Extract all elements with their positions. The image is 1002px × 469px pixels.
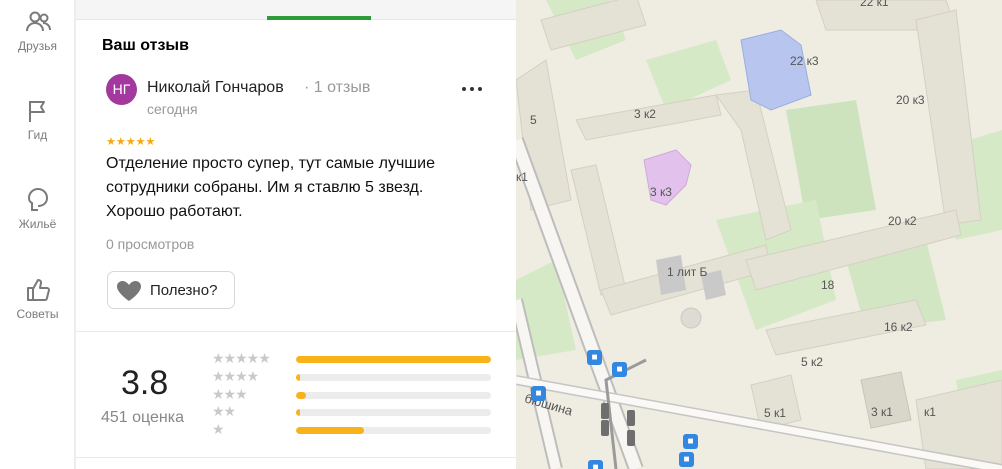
rating-value: 3.8: [121, 364, 169, 402]
useful-label: Полезно?: [150, 282, 218, 299]
map-label: 1 лит Б: [667, 265, 708, 279]
bus-stop-icon[interactable]: ■: [531, 386, 546, 401]
map-label: 3 к2: [634, 107, 656, 121]
rating-row-1: ★: [212, 421, 492, 437]
friends-icon: [25, 11, 51, 32]
sidebar-item-tips[interactable]: Советы: [0, 276, 75, 321]
rating-row-3: ★★★: [212, 386, 492, 402]
map-label: 16 к2: [884, 320, 913, 334]
rating-bar-track: [296, 427, 491, 434]
map-label: к1: [516, 170, 528, 184]
bus-stop-icon[interactable]: ■: [588, 460, 603, 469]
rating-bar-fill: [296, 409, 300, 416]
useful-button[interactable]: Полезно?: [107, 271, 235, 309]
sidebar-item-label: Гид: [27, 128, 48, 142]
map-label: 22 к1: [860, 0, 889, 9]
house-icon: [27, 188, 48, 211]
row-stars: ★★★★: [212, 368, 259, 384]
sidebar-item-friends[interactable]: Друзья: [0, 8, 75, 53]
views-count: 0 просмотров: [106, 236, 195, 252]
traffic-light-icon: [601, 403, 609, 419]
review-date: сегодня: [147, 101, 198, 117]
avatar[interactable]: НГ: [106, 74, 137, 105]
sidebar-item-guide[interactable]: Гид: [0, 97, 75, 142]
thumbs-up-icon: [26, 279, 50, 301]
more-options-button[interactable]: [462, 84, 486, 94]
divider: [76, 457, 516, 458]
map-label: 20 к3: [896, 93, 925, 107]
flag-icon: [28, 101, 45, 122]
rating-bar-fill: [296, 392, 306, 399]
rating-bar-track: [296, 356, 491, 363]
row-stars: ★★★★★: [212, 350, 271, 366]
rating-bar-track: [296, 374, 491, 381]
traffic-light-icon: [627, 430, 635, 446]
row-stars: ★★★: [212, 386, 248, 402]
section-title: Ваш отзыв: [102, 37, 189, 54]
rating-count: 451 оценка: [101, 409, 185, 426]
sidebar-item-label: Советы: [16, 307, 59, 321]
traffic-light-icon: [627, 410, 635, 426]
divider: [76, 331, 516, 332]
review-panel: Ваш отзыв НГ Николай Гончаров · 1 отзыв …: [76, 0, 516, 469]
dot-icon: [470, 87, 474, 91]
map-label: к1: [924, 405, 936, 419]
rating-bar-fill: [296, 374, 300, 381]
map-label: 18: [821, 278, 835, 292]
rating-row-5: ★★★★★: [212, 350, 492, 366]
row-stars: ★★: [212, 403, 236, 419]
rating-row-4: ★★★★: [212, 368, 492, 384]
map-view[interactable]: 22 к3 20 к3 3 к2 3 к3 5 к1 20 к2 1 лит Б…: [516, 0, 1002, 469]
map-background: [516, 0, 1002, 469]
author-name[interactable]: Николай Гончаров: [147, 79, 284, 97]
map-label: 5 к1: [764, 406, 786, 420]
row-stars: ★: [212, 421, 225, 437]
heart-icon: [117, 281, 141, 301]
rating-bar-track: [296, 409, 491, 416]
dot-icon: [462, 87, 466, 91]
map-label: 5: [530, 113, 537, 127]
bus-stop-icon[interactable]: ■: [587, 350, 602, 365]
bus-stop-icon[interactable]: ■: [683, 434, 698, 449]
bus-stop-icon[interactable]: ■: [679, 452, 694, 467]
review-stars: ★★★★★: [106, 136, 156, 148]
rating-row-2: ★★: [212, 403, 492, 419]
sidebar-item-label: Друзья: [18, 39, 57, 53]
rating-bar-fill: [296, 427, 365, 434]
rating-bar-track: [296, 392, 491, 399]
map-label: 3 к1: [871, 405, 893, 419]
active-tab-indicator: [267, 16, 371, 20]
map-label: 3 к3: [650, 185, 672, 199]
tab-strip: [76, 0, 516, 20]
map-label: 22 к3: [790, 54, 819, 68]
map-label: 5 к2: [801, 355, 823, 369]
dot-icon: [478, 87, 482, 91]
sidebar: Друзья Гид Жильё Советы: [0, 0, 75, 469]
traffic-light-icon: [601, 420, 609, 436]
review-text: Отделение просто супер, тут самые лучшие…: [106, 155, 435, 220]
bus-stop-icon[interactable]: ■: [612, 362, 627, 377]
map-label: 20 к2: [888, 214, 917, 228]
sidebar-item-label: Жильё: [18, 217, 57, 231]
author-review-count: · 1 отзыв: [304, 79, 371, 96]
rating-bar-fill: [296, 356, 491, 363]
sidebar-item-housing[interactable]: Жильё: [0, 186, 75, 231]
